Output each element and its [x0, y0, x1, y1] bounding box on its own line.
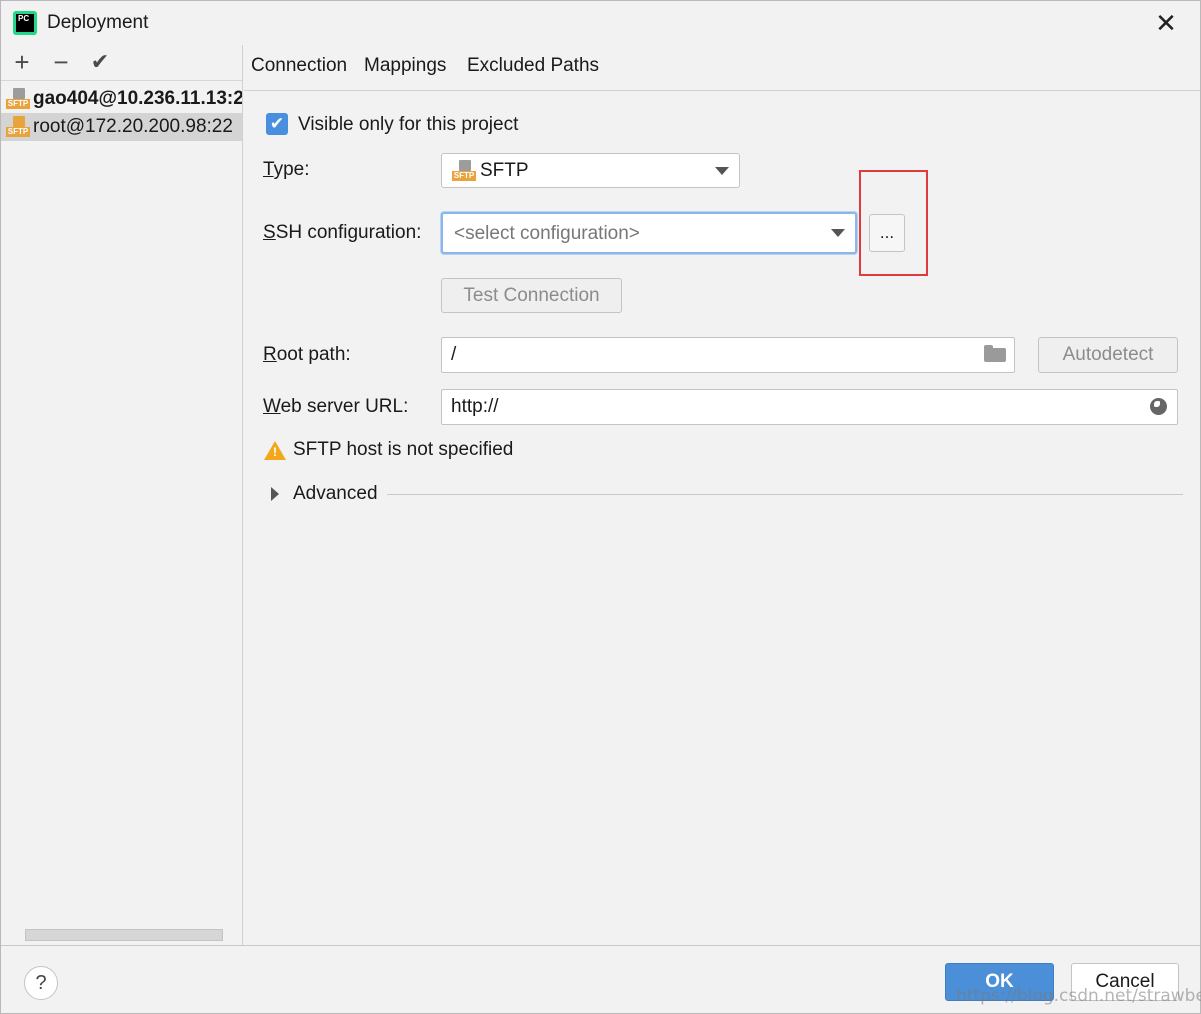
- server-item-label: gao404@10.236.11.13:22: [33, 88, 242, 109]
- remove-server-button[interactable]: −: [46, 47, 76, 79]
- type-select[interactable]: SFTP SFTP: [441, 153, 740, 188]
- dialog-footer: ? OK Cancel https://blog.csdn.net/strawb…: [1, 945, 1201, 1013]
- sftp-warning-icon: SFTP: [6, 116, 30, 138]
- autodetect-button[interactable]: Autodetect: [1038, 337, 1178, 373]
- tab-excluded-paths[interactable]: Excluded Paths: [460, 55, 606, 77]
- folder-icon[interactable]: [984, 345, 1006, 362]
- server-list: SFTP gao404@10.236.11.13:22 SFTP root@17…: [1, 85, 242, 141]
- warning-message: SFTP host is not specified: [293, 439, 514, 460]
- server-toolbar: + − ✔: [1, 45, 242, 81]
- advanced-section-toggle[interactable]: Advanced: [293, 483, 378, 505]
- highlight-annotation-box: [859, 170, 928, 276]
- server-item-root[interactable]: SFTP root@172.20.200.98:22: [1, 113, 242, 141]
- warning-icon: !: [264, 441, 286, 460]
- chevron-down-icon: [715, 166, 729, 175]
- server-item-label: root@172.20.200.98:22: [33, 116, 233, 137]
- root-path-label: Root path:: [263, 344, 351, 365]
- add-server-button[interactable]: +: [7, 47, 37, 79]
- ssh-config-select[interactable]: <select configuration>: [441, 212, 857, 254]
- deployment-dialog: PC Deployment ✕ + − ✔ SFTP gao404@10.236…: [0, 0, 1201, 1014]
- globe-icon[interactable]: [1150, 398, 1167, 415]
- web-server-url-value: http://: [451, 396, 499, 417]
- expand-arrow-icon[interactable]: [271, 487, 279, 501]
- type-select-value: SFTP: [480, 160, 529, 181]
- tab-connection[interactable]: Connection: [244, 55, 354, 77]
- ssh-config-placeholder: <select configuration>: [454, 223, 640, 244]
- ssh-config-label: SSH configuration:: [263, 222, 422, 243]
- apply-check-button[interactable]: ✔: [85, 47, 115, 79]
- close-icon[interactable]: ✕: [1151, 9, 1181, 39]
- tab-mappings[interactable]: Mappings: [357, 55, 453, 77]
- root-path-value: /: [451, 344, 457, 365]
- help-button[interactable]: ?: [24, 966, 58, 1000]
- web-server-url-input[interactable]: http://: [441, 389, 1178, 425]
- advanced-divider: [387, 494, 1183, 495]
- root-path-input[interactable]: /: [441, 337, 1015, 373]
- watermark-text: https://blog.csdn.net/strawberry47: [956, 986, 1201, 1006]
- sftp-icon: SFTP: [6, 88, 30, 110]
- test-connection-button[interactable]: Test Connection: [441, 278, 622, 313]
- visible-only-label: Visible only for this project: [298, 114, 519, 135]
- tab-bar: Connection Mappings Excluded Paths: [244, 45, 1200, 91]
- window-title: Deployment: [47, 12, 149, 33]
- server-list-panel: + − ✔ SFTP gao404@10.236.11.13:22 SFTP r…: [1, 45, 243, 945]
- title-bar: PC Deployment ✕: [1, 1, 1200, 45]
- sftp-icon: SFTP: [452, 160, 476, 182]
- type-label: Type:: [263, 159, 310, 180]
- horizontal-scrollbar[interactable]: [25, 929, 223, 941]
- server-item-gao404[interactable]: SFTP gao404@10.236.11.13:22: [1, 85, 242, 113]
- web-server-url-label: Web server URL:: [263, 396, 409, 417]
- visible-only-checkbox[interactable]: ✔: [266, 113, 288, 135]
- chevron-down-icon: [831, 229, 845, 237]
- pycharm-icon: PC: [13, 11, 37, 35]
